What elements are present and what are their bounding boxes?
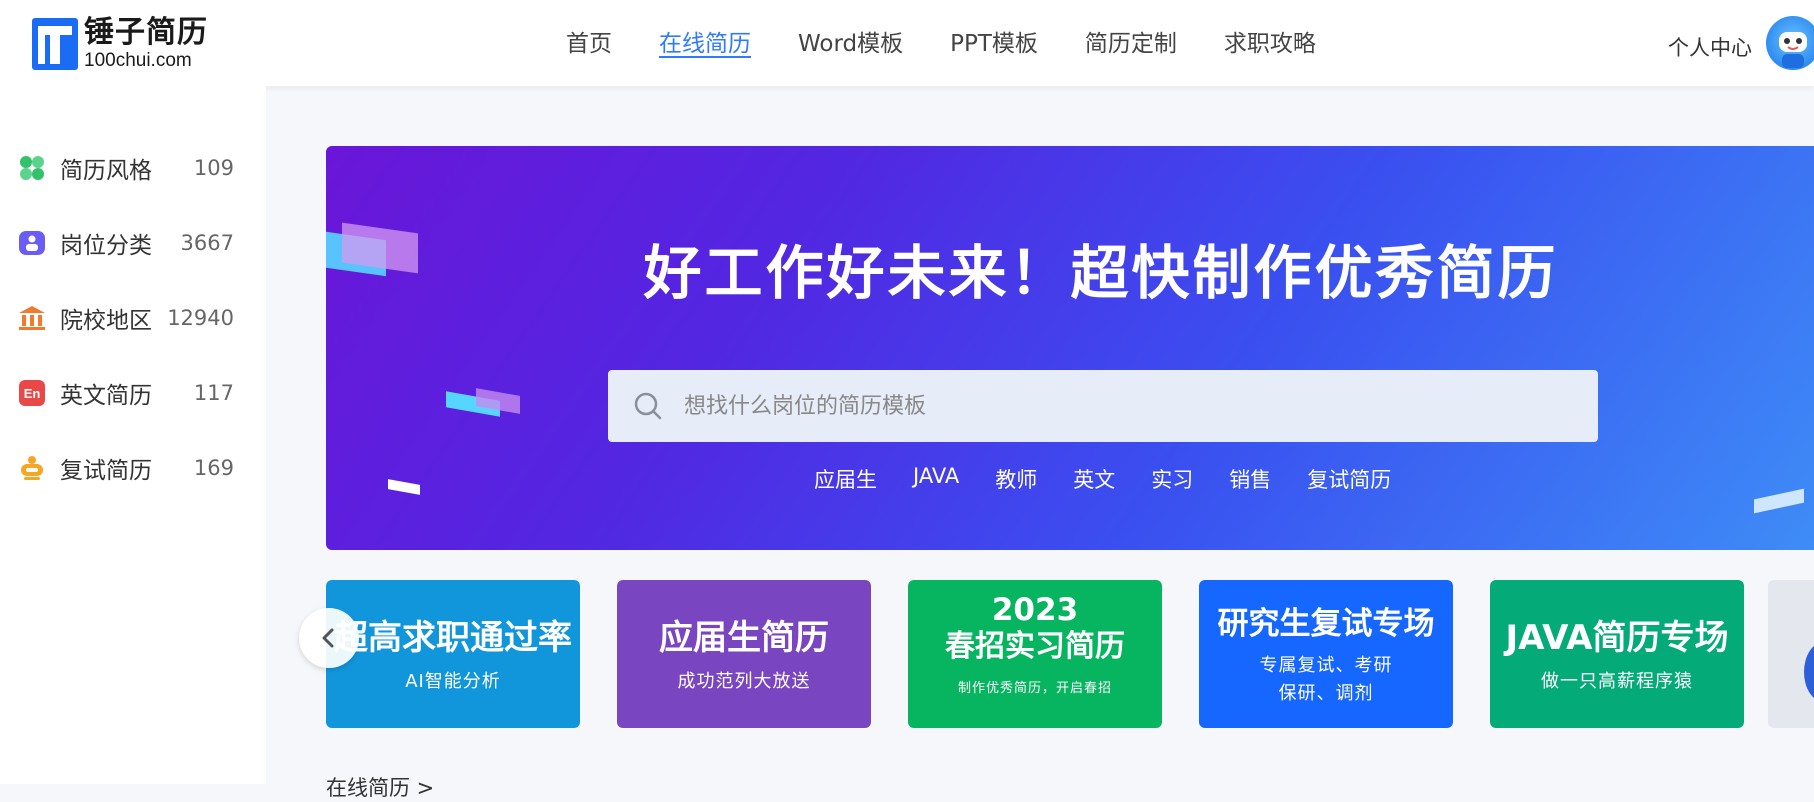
promo-title: JAVA简历专场 xyxy=(1505,618,1729,658)
sidebar-item-label: 院校地区 xyxy=(60,308,152,334)
promo-subtitle: 保研、调剂 xyxy=(1278,683,1374,705)
avatar[interactable] xyxy=(1766,16,1814,70)
clover-icon xyxy=(18,154,46,182)
carousel-prev-button[interactable] xyxy=(299,608,359,668)
promo-title: 超高求职通过率 xyxy=(334,618,572,658)
sidebar-item-count: 117 xyxy=(193,381,234,405)
promo-subtitle: AI智能分析 xyxy=(405,670,501,692)
search-icon xyxy=(634,392,662,420)
promo-subtitle: 制作优秀简历，开启春招 xyxy=(957,681,1112,697)
sidebar-item-count: 3667 xyxy=(180,231,234,255)
promo-card-postgrad[interactable]: 研究生复试专场 专属复试、考研 保研、调剂 xyxy=(1199,580,1453,728)
tag-sales[interactable]: 销售 xyxy=(1229,464,1271,494)
promo-subtitle: 做一只高薪程序猿 xyxy=(1541,670,1693,692)
tag-java[interactable]: JAVA xyxy=(913,464,959,494)
sidebar-item-position[interactable]: 岗位分类 3667 xyxy=(18,223,234,263)
promo-illustration xyxy=(1804,642,1814,702)
nav-word-templates[interactable]: Word模板 xyxy=(798,24,903,58)
promo-title: 春招实习简历 xyxy=(945,629,1125,665)
hot-tags: 应届生 JAVA 教师 英文 实习 销售 复试简历 xyxy=(814,464,1427,494)
hero-banner: 好工作好未来！超快制作优秀简历 应届生 JAVA 教师 英文 实习 销售 复试简… xyxy=(326,146,1814,550)
briefcase-icon xyxy=(18,229,46,257)
en-badge-icon: En xyxy=(18,379,46,407)
tag-retest-resume[interactable]: 复试简历 xyxy=(1307,464,1391,494)
banner-decoration xyxy=(388,479,420,495)
sidebar-item-label: 英文简历 xyxy=(60,383,152,409)
promo-card-graduate[interactable]: 应届生简历 成功范列大放送 xyxy=(617,580,871,728)
promo-title: 研究生复试专场 xyxy=(1217,606,1435,642)
nav-ppt-templates[interactable]: PPT模板 xyxy=(950,24,1038,58)
sidebar-item-label: 简历风格 xyxy=(60,158,152,184)
section-title[interactable]: 在线简历 > xyxy=(326,772,434,802)
sidebar-item-label: 复试简历 xyxy=(60,458,152,484)
svg-text:En: En xyxy=(24,386,41,401)
search-box[interactable] xyxy=(608,370,1598,442)
robot-face-icon xyxy=(1779,32,1807,68)
logo-domain: 100chui.com xyxy=(84,50,192,71)
banner-decoration xyxy=(1754,488,1804,514)
promo-card-java[interactable]: JAVA简历专场 做一只高薪程序猿 xyxy=(1490,580,1744,728)
promo-card-next-partial[interactable] xyxy=(1768,580,1814,728)
category-sidebar: 简历风格 109 岗位分类 3667 院校地区 12940 En 英文简历 11… xyxy=(0,86,266,784)
sidebar-item-count: 12940 xyxy=(167,306,234,330)
sidebar-item-style[interactable]: 简历风格 109 xyxy=(18,148,234,188)
banner-title: 好工作好未来！超快制作优秀简历 xyxy=(643,239,1559,307)
promo-year: 2023 xyxy=(991,592,1079,628)
sidebar-item-count: 109 xyxy=(193,156,234,180)
sidebar-item-count: 169 xyxy=(193,456,234,480)
sidebar-item-english[interactable]: En 英文简历 117 xyxy=(18,373,234,413)
promo-card-spring-intern[interactable]: 2023 春招实习简历 制作优秀简历，开启春招 xyxy=(908,580,1162,728)
sidebar-item-retest[interactable]: 复试简历 169 xyxy=(18,448,234,488)
logo-title: 锤子简历 xyxy=(84,15,208,50)
user-center-link[interactable]: 个人中心 xyxy=(1668,32,1752,62)
crown-icon xyxy=(18,454,46,482)
main-nav: 首页 在线简历 Word模板 PPT模板 简历定制 求职攻略 xyxy=(566,24,1363,58)
promo-title: 应届生简历 xyxy=(659,618,829,658)
tag-graduate[interactable]: 应届生 xyxy=(814,464,877,494)
site-logo[interactable]: 锤子简历 100chui.com xyxy=(32,16,208,72)
sidebar-item-school[interactable]: 院校地区 12940 xyxy=(18,298,234,338)
promo-subtitle: 专属复试、考研 xyxy=(1259,655,1393,677)
top-header: 锤子简历 100chui.com 首页 在线简历 Word模板 PPT模板 简历… xyxy=(0,0,1814,86)
chevron-left-icon xyxy=(322,628,334,648)
promo-subtitle: 成功范列大放送 xyxy=(677,670,811,692)
nav-resume-custom[interactable]: 简历定制 xyxy=(1085,24,1177,58)
nav-online-resume[interactable]: 在线简历 xyxy=(659,24,751,58)
promo-card-pass-rate[interactable]: 超高求职通过率 AI智能分析 xyxy=(326,580,580,728)
tag-teacher[interactable]: 教师 xyxy=(995,464,1037,494)
nav-home[interactable]: 首页 xyxy=(566,24,612,58)
logo-icon xyxy=(32,18,78,70)
tag-internship[interactable]: 实习 xyxy=(1151,464,1193,494)
sidebar-item-label: 岗位分类 xyxy=(60,233,152,259)
tag-english[interactable]: 英文 xyxy=(1073,464,1115,494)
search-input[interactable] xyxy=(682,392,1562,420)
nav-job-tips[interactable]: 求职攻略 xyxy=(1224,24,1316,58)
school-building-icon xyxy=(18,304,46,332)
